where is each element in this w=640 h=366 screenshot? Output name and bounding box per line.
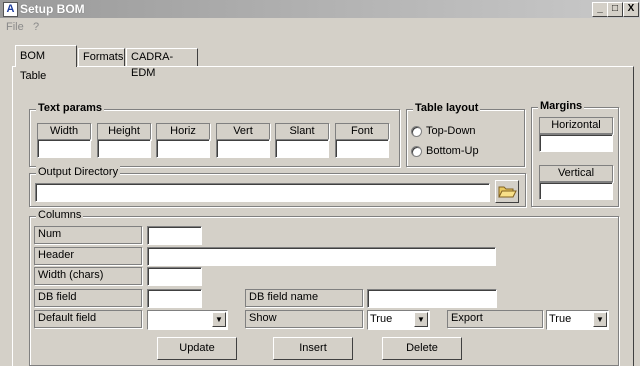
export-select[interactable]: True ▼ [546, 310, 609, 330]
text-params-title: Text params [36, 102, 104, 114]
chevron-down-icon[interactable]: ▼ [593, 312, 607, 327]
open-folder-icon [498, 186, 517, 198]
columns-title: Columns [36, 209, 84, 221]
vertical-margin-input[interactable] [539, 182, 613, 200]
show-label: Show [245, 310, 363, 328]
width-label: Width [37, 123, 91, 140]
top-down-label: Top-Down [426, 125, 476, 137]
bottom-up-label: Bottom-Up [426, 145, 479, 157]
bottom-up-radio[interactable] [411, 146, 422, 157]
output-directory-input[interactable] [35, 183, 490, 202]
db-field-label: DB field [34, 289, 142, 307]
header-input[interactable] [147, 247, 496, 266]
width-chars-input[interactable] [147, 267, 202, 286]
font-input[interactable] [335, 139, 389, 158]
show-select[interactable]: True ▼ [367, 310, 430, 330]
browse-folder-button[interactable] [495, 180, 519, 203]
header-label: Header [34, 247, 142, 265]
menu-file[interactable]: File [6, 21, 24, 33]
width-input[interactable] [37, 139, 91, 158]
delete-button[interactable]: Delete [382, 337, 462, 360]
table-layout-group: Table layout [406, 102, 525, 167]
horizontal-margin-label: Horizontal [539, 117, 613, 134]
tab-bom-table[interactable]: BOM Table [15, 45, 77, 82]
tab-formats[interactable]: Formats [78, 48, 125, 66]
horiz-input[interactable] [156, 139, 210, 158]
margins-title: Margins [538, 100, 585, 112]
minimize-button[interactable]: _ [592, 2, 608, 17]
chevron-down-icon[interactable]: ▼ [212, 312, 226, 327]
update-button[interactable]: Update [157, 337, 237, 360]
vertical-margin-label: Vertical [539, 165, 613, 182]
height-input[interactable] [97, 139, 151, 158]
top-down-radio[interactable] [411, 126, 422, 137]
insert-button[interactable]: Insert [273, 337, 353, 360]
db-field-name-label: DB field name [245, 289, 363, 307]
num-label: Num [34, 226, 142, 244]
tab-cadra-edm[interactable]: CADRA-EDM [126, 48, 198, 79]
maximize-button[interactable]: □ [607, 2, 623, 17]
default-field-label: Default field [34, 310, 142, 328]
horizontal-margin-input[interactable] [539, 134, 613, 152]
horiz-label: Horiz [156, 123, 210, 140]
output-directory-title: Output Directory [36, 166, 121, 178]
vert-label: Vert [216, 123, 270, 140]
close-button[interactable]: X [623, 2, 639, 17]
default-field-select[interactable]: ▼ [147, 310, 228, 330]
vert-input[interactable] [216, 139, 270, 158]
export-label: Export [447, 310, 543, 328]
height-label: Height [97, 123, 151, 140]
menu-help[interactable]: ? [33, 21, 39, 33]
db-field-input[interactable] [147, 289, 202, 308]
title-bar[interactable]: A Setup BOM _ □ X [0, 0, 640, 18]
menu-bar: File ? [0, 18, 640, 36]
window-title: Setup BOM [20, 2, 85, 16]
slant-input[interactable] [275, 139, 329, 158]
font-label: Font [335, 123, 389, 140]
width-chars-label: Width (chars) [34, 267, 142, 285]
show-value: True [370, 313, 393, 325]
num-input[interactable] [147, 226, 202, 245]
db-field-name-input[interactable] [367, 289, 497, 308]
app-icon: A [3, 2, 18, 17]
chevron-down-icon[interactable]: ▼ [414, 312, 428, 327]
export-value: True [549, 313, 572, 325]
table-layout-title: Table layout [413, 102, 481, 114]
slant-label: Slant [275, 123, 329, 140]
